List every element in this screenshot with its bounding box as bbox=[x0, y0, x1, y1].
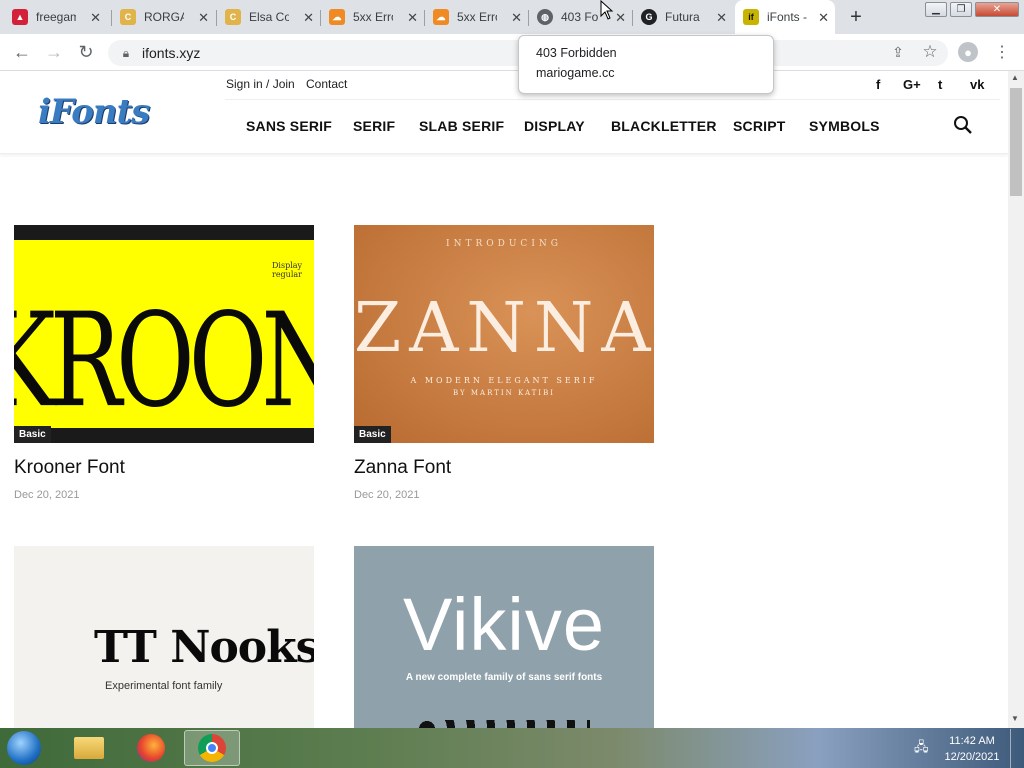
zanna-thumbnail[interactable]: INTRODUCING ZANNA A MODERN ELEGANT SERIF… bbox=[354, 225, 654, 443]
show-desktop-button[interactable] bbox=[1010, 729, 1024, 768]
close-tab-icon[interactable]: ✕ bbox=[818, 10, 829, 26]
nav-blackletter[interactable]: BLACKLETTER bbox=[611, 118, 717, 134]
lock-icon[interactable]: 🔒︎ bbox=[116, 43, 136, 63]
new-tab-plus-icon[interactable]: + bbox=[846, 6, 866, 28]
close-tab-icon[interactable]: ✕ bbox=[90, 10, 101, 26]
url-text[interactable]: ifonts.xyz bbox=[142, 45, 200, 61]
twitter-icon[interactable]: t bbox=[938, 77, 942, 92]
tab-5xx-error-2[interactable]: ☁ 5xx Erro ✕ bbox=[425, 0, 528, 34]
thumbnail-wordmark: KROONER bbox=[14, 285, 314, 437]
signin-join-link[interactable]: Sign in / Join bbox=[226, 77, 295, 91]
start-orb-icon[interactable] bbox=[2, 730, 46, 766]
site-icon: C bbox=[225, 9, 241, 25]
profile-avatar-icon[interactable]: ● bbox=[958, 42, 978, 62]
card-date: Dec 20, 2021 bbox=[354, 489, 420, 501]
card-title[interactable]: Zanna Font bbox=[354, 457, 451, 479]
close-tab-icon[interactable]: ✕ bbox=[511, 10, 522, 26]
close-tab-icon[interactable]: ✕ bbox=[407, 10, 418, 26]
thumbnail-byline: BY MARTIN KATIBI bbox=[453, 389, 555, 397]
scroll-up-arrow-icon[interactable]: ▲ bbox=[1011, 73, 1019, 82]
contact-link[interactable]: Contact bbox=[306, 77, 347, 91]
thumbnail-subtitle: A MODERN ELEGANT SERIF bbox=[410, 376, 598, 385]
cloudflare-icon: ☁ bbox=[329, 9, 345, 25]
clock-date: 12/20/2021 bbox=[944, 751, 1000, 763]
site-icon: C bbox=[120, 9, 136, 25]
menu-kebab-icon[interactable]: ⋮ bbox=[992, 42, 1012, 62]
tab-freegam[interactable]: ▲ freegam ✕ bbox=[4, 0, 107, 34]
thumbnail-kicker: INTRODUCING bbox=[446, 239, 562, 249]
network-icon[interactable]: 🖧︎ bbox=[914, 738, 929, 760]
vk-icon[interactable]: vk bbox=[970, 77, 984, 92]
file-explorer-icon[interactable] bbox=[64, 730, 114, 766]
thumbnail-wordmark: ZANNA bbox=[354, 289, 654, 368]
category-badge[interactable]: Basic bbox=[354, 426, 391, 443]
firefox-icon[interactable] bbox=[126, 730, 176, 766]
chrome-taskbar-icon[interactable] bbox=[184, 730, 240, 766]
taskbar-clock[interactable]: 11:42 AM 12/20/2021 bbox=[936, 733, 1008, 765]
clock-time: 11:42 AM bbox=[949, 735, 995, 747]
tab-ifonts-active[interactable]: if iFonts - ✕ bbox=[735, 0, 835, 34]
category-badge[interactable]: Basic bbox=[14, 426, 51, 443]
g-letter-icon: G bbox=[641, 9, 657, 25]
nav-script[interactable]: SCRIPT bbox=[733, 118, 786, 134]
scrollbar-thumb[interactable] bbox=[1010, 88, 1022, 196]
nav-serif[interactable]: SERIF bbox=[353, 118, 395, 134]
nav-display[interactable]: DISPLAY bbox=[524, 118, 585, 134]
close-tab-icon[interactable]: ✕ bbox=[716, 10, 727, 26]
forward-arrow-icon[interactable]: → bbox=[44, 42, 64, 62]
share-icon[interactable]: ⇪ bbox=[888, 42, 908, 62]
facebook-icon[interactable]: f bbox=[876, 77, 880, 92]
restore-window-button[interactable]: ❐ bbox=[950, 2, 972, 17]
tab-rorga[interactable]: C RORGA ✕ bbox=[112, 0, 215, 34]
tab-elsa[interactable]: C Elsa Co ✕ bbox=[217, 0, 320, 34]
krooner-thumbnail[interactable]: Display regular KROONER bbox=[14, 225, 314, 443]
thumbnail-subtitle: Display regular bbox=[272, 261, 303, 279]
tab-5xx-error-1[interactable]: ☁ 5xx Erro ✕ bbox=[321, 0, 424, 34]
thumbnail-wordmark: Vikive bbox=[402, 583, 606, 666]
thumbnail-subtitle: A new complete family of sans serif font… bbox=[405, 672, 603, 683]
scroll-down-arrow-icon[interactable]: ▼ bbox=[1011, 714, 1019, 723]
site-header bbox=[0, 71, 1008, 154]
reload-icon[interactable]: ↻ bbox=[76, 42, 96, 62]
mouse-cursor-icon bbox=[600, 0, 614, 20]
header-divider bbox=[225, 99, 1000, 100]
thumbnail-subtitle: Experimental font family bbox=[105, 680, 223, 692]
google-plus-icon[interactable]: G+ bbox=[903, 77, 921, 92]
close-window-button[interactable]: ✕ bbox=[975, 2, 1019, 17]
tab-403-forbidden[interactable]: ◍ 403 Fo ✕ bbox=[529, 0, 632, 34]
bookmark-star-icon[interactable]: ☆ bbox=[920, 42, 940, 62]
card-date: Dec 20, 2021 bbox=[14, 489, 80, 501]
close-tab-icon[interactable]: ✕ bbox=[198, 10, 209, 26]
tt-nooks-thumbnail[interactable]: TT Nooks Experimental font family bbox=[14, 546, 314, 728]
game-icon: ▲ bbox=[12, 9, 28, 25]
nav-symbols[interactable]: SYMBOLS bbox=[809, 118, 880, 134]
tab-hover-tooltip: 403 Forbidden mariogame.cc bbox=[518, 35, 774, 94]
back-arrow-icon[interactable]: ← bbox=[12, 42, 32, 62]
globe-icon: ◍ bbox=[537, 9, 553, 25]
tab-futura[interactable]: G Futura ✕ bbox=[633, 0, 733, 34]
cloudflare-icon: ☁ bbox=[433, 9, 449, 25]
search-icon[interactable] bbox=[953, 115, 973, 135]
vikive-thumbnail[interactable]: Vikive A new complete family of sans ser… bbox=[354, 546, 654, 728]
card-title[interactable]: Krooner Font bbox=[14, 457, 125, 479]
ifonts-logo[interactable]: iFonts bbox=[38, 92, 150, 132]
thumbnail-dark-band bbox=[14, 428, 314, 443]
thumbnail-dark-band bbox=[14, 225, 314, 240]
minimize-window-button[interactable]: ▁ bbox=[925, 2, 947, 17]
thumbnail-wordmark: TT Nooks bbox=[94, 622, 314, 673]
nav-slab-serif[interactable]: SLAB SERIF bbox=[419, 118, 504, 134]
glyph-row-decoration bbox=[418, 720, 590, 728]
nav-sans-serif[interactable]: SANS SERIF bbox=[246, 118, 332, 134]
close-tab-icon[interactable]: ✕ bbox=[303, 10, 314, 26]
close-tab-icon[interactable]: ✕ bbox=[615, 10, 626, 26]
tooltip-title: 403 Forbidden bbox=[536, 46, 617, 60]
tooltip-host: mariogame.cc bbox=[536, 66, 615, 80]
ifonts-favicon-icon: if bbox=[743, 9, 759, 25]
